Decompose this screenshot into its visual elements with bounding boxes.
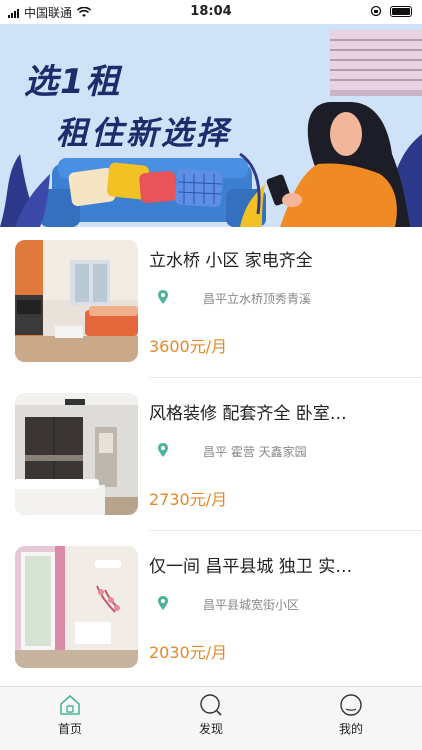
listing-address: 昌平立水桥顶秀青溪: [203, 292, 312, 306]
tab-discover[interactable]: 发现: [181, 693, 241, 737]
banner-subheadline: 租住新选择: [56, 114, 232, 152]
promo-banner[interactable]: 选1租 租住新选择: [0, 24, 422, 227]
tab-profile-label: 我的: [338, 722, 363, 736]
status-time: 18:04: [190, 4, 232, 19]
discover-icon: [200, 694, 222, 716]
divider: [149, 530, 422, 531]
living-room-photo: [15, 240, 138, 362]
bottom-tab-bar: 首页 发现 我的: [0, 686, 422, 750]
bedroom-photo: [15, 393, 138, 515]
home-icon: [60, 695, 80, 715]
tab-home[interactable]: 首页: [40, 693, 100, 737]
listing-card[interactable]: 立水桥 小区 家电齐全 昌平立水桥顶秀青溪 3600元/月: [0, 240, 422, 392]
status-right: [370, 5, 412, 17]
listing-address: 昌平县城宽街小区: [203, 598, 300, 612]
listing-title: 仅一间 昌平县城 独卫 实…: [149, 557, 353, 577]
location-pin-icon: [158, 596, 168, 610]
profile-icon: [340, 694, 362, 716]
listing-price: 2030元/月: [149, 643, 228, 662]
listing-price: 3600元/月: [149, 337, 228, 356]
listing-address: 昌平 霍营 天鑫家园: [203, 445, 307, 459]
listing-title: 风格装修 配套齐全 卧室…: [149, 404, 347, 424]
tab-profile[interactable]: 我的: [321, 693, 381, 737]
listing-title: 立水桥 小区 家电齐全: [149, 251, 313, 271]
divider: [149, 377, 422, 378]
room-photo: [15, 546, 138, 668]
listing-price: 2730元/月: [149, 490, 228, 509]
banner-headline: 选1租: [24, 62, 122, 102]
tab-home-label: 首页: [57, 722, 82, 736]
location-pin-icon: [158, 443, 168, 457]
battery-icon: [390, 5, 412, 17]
tab-discover-label: 发现: [198, 722, 223, 736]
orientation-lock-icon: [370, 5, 382, 17]
location-pin-icon: [158, 290, 168, 304]
listing-card[interactable]: 风格装修 配套齐全 卧室… 昌平 霍营 天鑫家园 2730元/月: [0, 393, 422, 545]
listing-card[interactable]: 仅一间 昌平县城 独卫 实… 昌平县城宽街小区 2030元/月: [0, 546, 422, 698]
status-bar: 中国联通 18:04: [0, 0, 422, 24]
